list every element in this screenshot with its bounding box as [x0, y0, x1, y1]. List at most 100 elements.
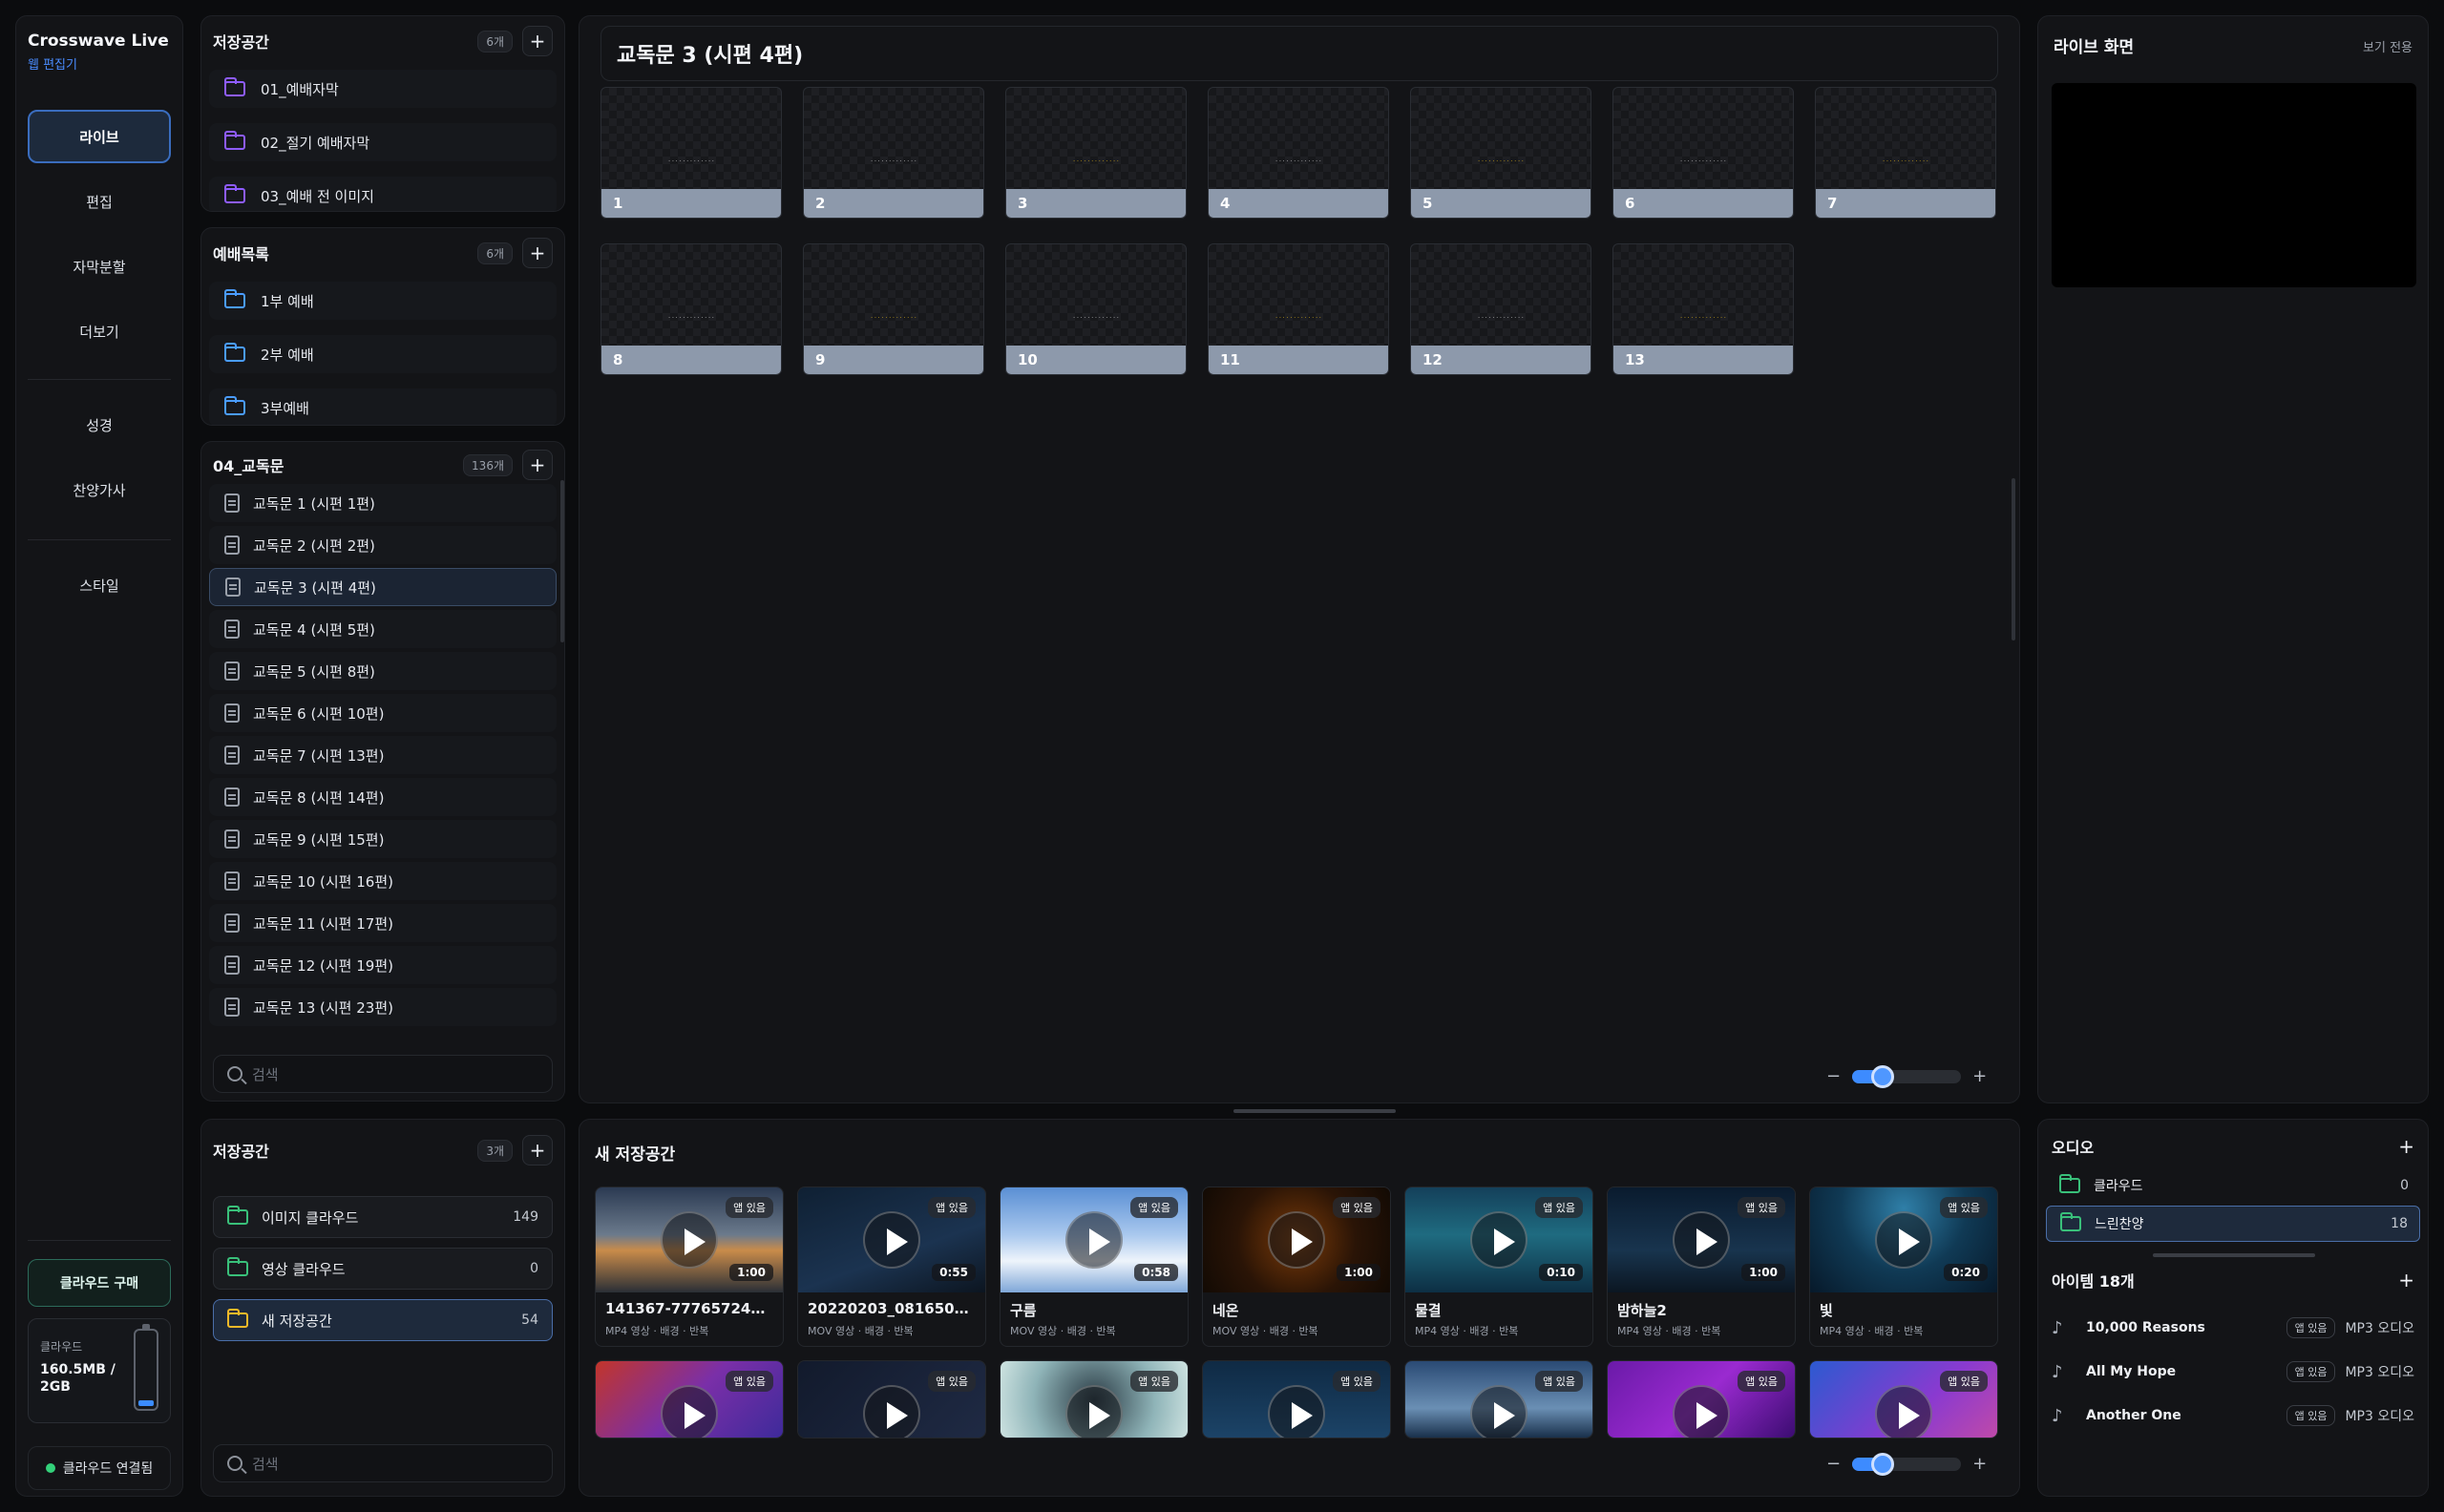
media-card[interactable]: 앱 있음: [1000, 1360, 1189, 1438]
reading-item[interactable]: 교독문 9 (시편 15편): [209, 820, 557, 858]
media-card[interactable]: 앱 있음 0:58 구름 MOV 영상 · 배경 · 반복: [1000, 1186, 1189, 1347]
media-card[interactable]: 앱 있음 1:00 밤하늘2 MP4 영상 · 배경 · 반복: [1607, 1186, 1796, 1347]
worship-item[interactable]: 3부예배: [209, 388, 557, 425]
play-icon[interactable]: [1875, 1385, 1932, 1438]
audio-track-item[interactable]: ♪ All My Hope 앱 있음 MP3 오디오: [2052, 1353, 2414, 1391]
worship-item[interactable]: 2부 예배: [209, 335, 557, 373]
play-icon[interactable]: [1673, 1211, 1730, 1269]
nav-more[interactable]: 더보기: [28, 304, 171, 358]
app-tag: 앱 있음: [1738, 1371, 1785, 1392]
play-icon[interactable]: [1673, 1385, 1730, 1438]
add-cloud-storage-button[interactable]: +: [522, 1135, 553, 1166]
zoom-out-button[interactable]: −: [1826, 1454, 1841, 1474]
reading-item[interactable]: 교독문 4 (시편 5편): [209, 610, 557, 648]
add-audio-item-button[interactable]: +: [2398, 1269, 2414, 1292]
nav-subtitle-split[interactable]: 자막분할: [28, 240, 171, 293]
zoom-out-button[interactable]: −: [1826, 1066, 1841, 1086]
slide-thumbnail[interactable]: · · · · · · · · · · · · · 13: [1612, 243, 1794, 375]
slide-thumbnail[interactable]: · · · · · · · · · · · · · 4: [1208, 87, 1389, 219]
media-card[interactable]: 앱 있음: [595, 1360, 784, 1438]
reading-item[interactable]: 교독문 6 (시편 10편): [209, 694, 557, 732]
cloud-buy-button[interactable]: 클라우드 구매: [28, 1259, 171, 1307]
cloud-search-input[interactable]: 검색: [213, 1444, 553, 1482]
zoom-slider-knob[interactable]: [1871, 1064, 1895, 1088]
media-card[interactable]: 앱 있음: [1404, 1360, 1593, 1438]
zoom-slider[interactable]: [1852, 1064, 1962, 1088]
panel-resize-handle[interactable]: [1233, 1109, 1396, 1113]
add-reading-button[interactable]: +: [522, 450, 553, 480]
zoom-slider[interactable]: [1852, 1452, 1962, 1476]
slide-thumbnail[interactable]: · · · · · · · · · · · · · 2: [803, 87, 984, 219]
media-card[interactable]: 앱 있음: [1809, 1360, 1998, 1438]
reading-item[interactable]: 교독문 10 (시편 16편): [209, 862, 557, 900]
media-card[interactable]: 앱 있음: [1202, 1360, 1391, 1438]
media-card[interactable]: 앱 있음: [797, 1360, 986, 1438]
nav-live[interactable]: 라이브: [28, 110, 171, 163]
audio-track-item[interactable]: ♪ 10,000 Reasons 앱 있음 MP3 오디오: [2052, 1309, 2414, 1347]
reading-item[interactable]: 교독문 1 (시편 1편): [209, 484, 557, 522]
reading-item[interactable]: 교독문 3 (시편 4편): [209, 568, 557, 606]
reading-item[interactable]: 교독문 12 (시편 19편): [209, 946, 557, 984]
slide-thumbnail[interactable]: · · · · · · · · · · · · · 12: [1410, 243, 1591, 375]
slide-thumbnail[interactable]: · · · · · · · · · · · · · 11: [1208, 243, 1389, 375]
storage-label: 클라우드: [40, 1340, 83, 1354]
music-note-icon: ♪: [2052, 1317, 2063, 1338]
add-audio-folder-button[interactable]: +: [2398, 1135, 2414, 1158]
nav-edit[interactable]: 편집: [28, 175, 171, 228]
play-icon[interactable]: [1065, 1211, 1123, 1269]
worship-item[interactable]: 1부 예배: [209, 282, 557, 320]
cloud-folder-item[interactable]: 이미지 클라우드 149: [213, 1196, 553, 1238]
play-icon[interactable]: [1065, 1385, 1123, 1438]
reading-item[interactable]: 교독문 11 (시편 17편): [209, 904, 557, 942]
media-card[interactable]: 앱 있음 0:10 물결 MP4 영상 · 배경 · 반복: [1404, 1186, 1593, 1347]
play-icon[interactable]: [1470, 1385, 1528, 1438]
slide-thumbnail[interactable]: · · · · · · · · · · · · · 9: [803, 243, 984, 375]
play-icon[interactable]: [1268, 1385, 1325, 1438]
scrollbar[interactable]: [2153, 1253, 2315, 1257]
play-icon[interactable]: [863, 1385, 920, 1438]
audio-track-item[interactable]: ♪ Another One 앱 있음 MP3 오디오: [2052, 1396, 2414, 1435]
reading-search-input[interactable]: 검색: [213, 1055, 553, 1093]
media-card[interactable]: 앱 있음 1:00 네온 MOV 영상 · 배경 · 반복: [1202, 1186, 1391, 1347]
play-icon[interactable]: [661, 1385, 718, 1438]
cloud-folder-item[interactable]: 영상 클라우드 0: [213, 1248, 553, 1290]
zoom-in-button[interactable]: +: [1972, 1066, 1987, 1086]
reading-item[interactable]: 교독문 5 (시편 8편): [209, 652, 557, 690]
reading-item[interactable]: 교독문 8 (시편 14편): [209, 778, 557, 816]
slide-thumbnail[interactable]: · · · · · · · · · · · · · 5: [1410, 87, 1591, 219]
media-card[interactable]: 앱 있음: [1607, 1360, 1796, 1438]
media-card[interactable]: 앱 있음 0:55 20220203_081650_88… MOV 영상 · 배경 ·…: [797, 1186, 986, 1347]
media-card[interactable]: 앱 있음 1:00 141367-777657244_small MP4 영상 · 배…: [595, 1186, 784, 1347]
play-icon[interactable]: [1268, 1211, 1325, 1269]
nav-lyrics[interactable]: 찬양가사: [28, 463, 171, 516]
reading-label: 교독문 11 (시편 17편): [253, 914, 393, 933]
folder-item[interactable]: 01_예배자막: [209, 70, 557, 108]
audio-folder-item[interactable]: 느린찬양 18: [2046, 1206, 2420, 1242]
reading-item[interactable]: 교독문 7 (시편 13편): [209, 736, 557, 774]
play-icon[interactable]: [863, 1211, 920, 1269]
zoom-slider-knob[interactable]: [1871, 1452, 1895, 1476]
scrollbar[interactable]: [560, 480, 564, 642]
cloud-folder-item[interactable]: 새 저장공간 54: [213, 1299, 553, 1341]
slide-thumbnail[interactable]: · · · · · · · · · · · · · 1: [600, 87, 782, 219]
scrollbar[interactable]: [2012, 478, 2015, 640]
folder-item[interactable]: 02_절기 예배자막: [209, 123, 557, 161]
reading-item[interactable]: 교독문 13 (시편 23편): [209, 988, 557, 1026]
add-worship-button[interactable]: +: [522, 238, 553, 268]
nav-style[interactable]: 스타일: [28, 558, 171, 612]
slide-thumbnail[interactable]: · · · · · · · · · · · · · 10: [1005, 243, 1187, 375]
media-card[interactable]: 앱 있음 0:20 빛 MP4 영상 · 배경 · 반복: [1809, 1186, 1998, 1347]
play-icon[interactable]: [1875, 1211, 1932, 1269]
nav-bible[interactable]: 성경: [28, 398, 171, 452]
reading-item[interactable]: 교독문 2 (시편 2편): [209, 526, 557, 564]
slide-thumbnail[interactable]: · · · · · · · · · · · · · 7: [1815, 87, 1996, 219]
play-icon[interactable]: [1470, 1211, 1528, 1269]
slide-thumbnail[interactable]: · · · · · · · · · · · · · 3: [1005, 87, 1187, 219]
play-icon[interactable]: [661, 1211, 718, 1269]
slide-thumbnail[interactable]: · · · · · · · · · · · · · 8: [600, 243, 782, 375]
audio-folder-item[interactable]: 클라우드 0: [2046, 1167, 2420, 1204]
folder-item[interactable]: 03_예배 전 이미지: [209, 177, 557, 211]
slide-thumbnail[interactable]: · · · · · · · · · · · · · 6: [1612, 87, 1794, 219]
zoom-in-button[interactable]: +: [1972, 1454, 1987, 1474]
add-storage-button[interactable]: +: [522, 26, 553, 56]
